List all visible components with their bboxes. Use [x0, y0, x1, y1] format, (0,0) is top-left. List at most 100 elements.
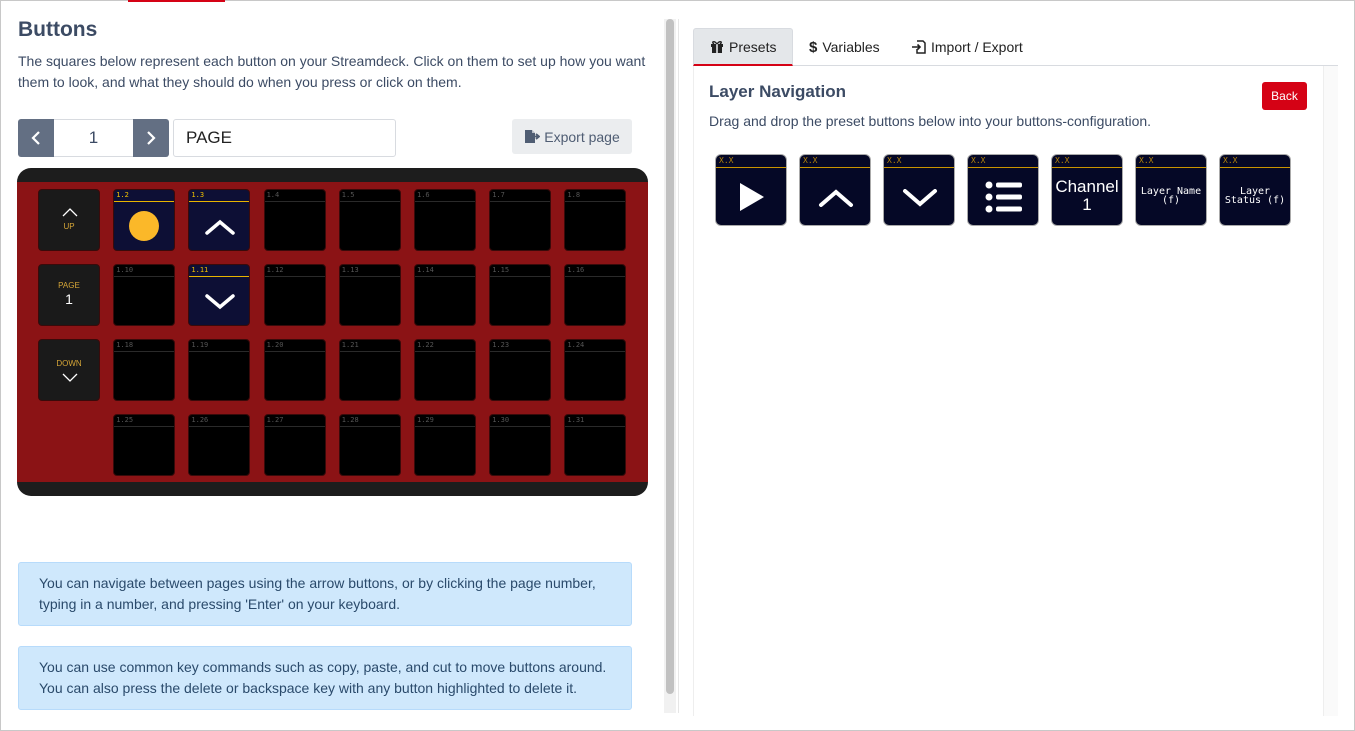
next-page-button[interactable]	[133, 119, 169, 157]
deck-key-label: 1.8	[567, 191, 581, 199]
deck-key[interactable]: 1.12	[263, 264, 326, 326]
deck-key[interactable]: 1.11	[188, 264, 251, 326]
info-key-commands: You can use common key commands such as …	[18, 646, 632, 710]
deck-key-header-line	[114, 351, 175, 352]
preset-button[interactable]: X.X Layer Status (f)	[1219, 154, 1291, 226]
deck-key-header-line	[264, 201, 325, 202]
presets-description: Drag and drop the preset buttons below i…	[709, 113, 1152, 129]
deck-key[interactable]: 1.30	[489, 414, 552, 476]
back-button[interactable]: Back	[1262, 82, 1307, 110]
presets-scrollbar[interactable]	[1323, 66, 1338, 716]
deck-key[interactable]: 1.24	[564, 339, 627, 401]
deck-key-label: 1.6	[417, 191, 430, 199]
deck-key[interactable]: 1.8	[564, 189, 627, 251]
deck-key-label: 1.28	[341, 416, 359, 424]
deck-key-label: 1.18	[116, 341, 134, 349]
deck-key-header-line	[415, 201, 475, 202]
deck-key-header-line	[565, 426, 626, 427]
chevron-up-icon	[62, 208, 78, 217]
preset-header-line	[1052, 167, 1122, 168]
presets-section-title: Layer Navigation	[709, 82, 846, 101]
deck-key-header-line	[264, 276, 325, 277]
deck-key-label: 1.4	[266, 191, 280, 199]
left-scrollbar-thumb[interactable]	[666, 19, 674, 694]
streamdeck-grid: UP PAGE 1 DOWN 1.2 1.3 1.4 1.5 1.6 1.7 1.8 1.10…	[17, 168, 648, 496]
chevron-up-icon	[205, 219, 236, 235]
preset-button[interactable]: X.X Layer Name (f)	[1135, 154, 1207, 226]
export-page-button[interactable]: Export page	[512, 119, 632, 154]
preset-button[interactable]: X.X	[715, 154, 787, 226]
deck-key[interactable]: 1.15	[489, 264, 552, 326]
deck-key[interactable]: 1.21	[338, 339, 401, 401]
preset-header-line	[884, 167, 954, 168]
deck-key[interactable]: 1.27	[263, 414, 326, 476]
tab-import-export[interactable]: Import / Export	[912, 28, 1023, 66]
deck-key-header-line	[189, 276, 250, 277]
nav-page-key[interactable]: PAGE 1	[38, 264, 100, 326]
preset-text: Layer Status (f)	[1224, 186, 1286, 206]
deck-key[interactable]: 1.25	[113, 414, 176, 476]
deck-key[interactable]: 1.22	[414, 339, 476, 401]
deck-key[interactable]: 1.5	[338, 189, 401, 251]
deck-key[interactable]: 1.31	[564, 414, 627, 476]
deck-key[interactable]: 1.10	[113, 264, 176, 326]
export-page-label: Export page	[544, 128, 620, 145]
deck-key-label: 1.11	[191, 266, 209, 274]
deck-key-header-line	[189, 426, 250, 427]
page-number-input[interactable]: 1	[54, 119, 133, 157]
prev-page-button[interactable]	[18, 119, 54, 157]
deck-key[interactable]: 1.16	[564, 264, 627, 326]
deck-key-header-line	[339, 276, 400, 277]
page-label: PAGE	[58, 281, 80, 290]
deck-key-label: 1.21	[341, 341, 359, 349]
preset-header-label: X.X	[719, 156, 734, 165]
tab-presets[interactable]: Presets	[693, 28, 794, 66]
dollar-icon: $	[809, 38, 818, 56]
tab-variables[interactable]: $ Variables	[809, 28, 880, 66]
deck-key-header-line	[114, 201, 175, 202]
deck-key[interactable]: 1.4	[263, 189, 326, 251]
deck-key-label: 1.25	[116, 416, 134, 424]
preset-header-line	[1220, 167, 1290, 168]
deck-key[interactable]: 1.29	[414, 414, 476, 476]
deck-key[interactable]: 1.28	[338, 414, 401, 476]
deck-key[interactable]: 1.2	[113, 189, 176, 251]
preset-header-label: X.X	[1223, 156, 1238, 165]
chevron-right-icon	[147, 131, 156, 145]
deck-key-label: 1.26	[191, 416, 209, 424]
preset-header-label: X.X	[971, 156, 986, 165]
down-label: DOWN	[56, 359, 82, 368]
deck-key[interactable]: 1.7	[489, 189, 552, 251]
deck-key[interactable]: 1.3	[188, 189, 251, 251]
deck-key-header-line	[565, 276, 626, 277]
deck-key[interactable]: 1.6	[414, 189, 476, 251]
page-name-input[interactable]: PAGE	[173, 119, 396, 157]
deck-key[interactable]: 1.20	[263, 339, 326, 401]
deck-key-header-line	[114, 426, 175, 427]
right-tabs: Presets $ Variables Import / Export	[693, 28, 1338, 66]
active-nav-indicator	[128, 0, 225, 2]
preset-button[interactable]: X.X	[883, 154, 955, 226]
nav-up-key[interactable]: UP	[38, 189, 100, 251]
deck-key[interactable]: 1.18	[113, 339, 176, 401]
play-icon	[740, 183, 764, 211]
deck-key[interactable]: 1.23	[489, 339, 552, 401]
deck-key[interactable]: 1.26	[188, 414, 251, 476]
list-icon	[985, 181, 1022, 213]
deck-key[interactable]: 1.14	[414, 264, 476, 326]
preset-button[interactable]: X.X	[799, 154, 871, 226]
chevron-down-icon	[903, 189, 937, 207]
deck-key-label: 1.22	[417, 341, 434, 349]
preset-header-label: X.X	[803, 156, 818, 165]
deck-key-label: 1.15	[492, 266, 510, 274]
deck-key[interactable]: 1.19	[188, 339, 251, 401]
preset-button[interactable]: X.X Channel 1	[1051, 154, 1123, 226]
deck-key-header-line	[415, 276, 475, 277]
page-pager: 1	[18, 119, 169, 157]
preset-button[interactable]: X.X	[967, 154, 1039, 226]
deck-key[interactable]: 1.13	[338, 264, 401, 326]
nav-down-key[interactable]: DOWN	[38, 339, 100, 401]
info-navigation: You can navigate between pages using the…	[18, 562, 632, 626]
page-value: 1	[65, 291, 73, 307]
up-label: UP	[63, 222, 75, 231]
